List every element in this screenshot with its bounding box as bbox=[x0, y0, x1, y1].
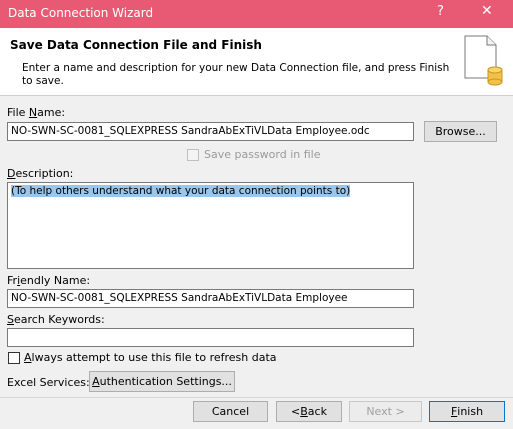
authentication-settings-button[interactable]: Authentication Settings... bbox=[89, 371, 235, 392]
page-title: Save Data Connection File and Finish bbox=[10, 38, 262, 52]
friendly-name-label: Friendly Name: bbox=[7, 274, 91, 287]
back-button[interactable]: < Back bbox=[276, 401, 342, 422]
always-attempt-label: Always attempt to use this file to refre… bbox=[24, 351, 277, 364]
wizard-header: Save Data Connection File and Finish Ent… bbox=[0, 28, 513, 96]
save-password-checkbox[interactable] bbox=[187, 149, 199, 161]
search-keywords-input[interactable] bbox=[7, 328, 414, 347]
finish-button[interactable]: Finish bbox=[429, 401, 505, 422]
browse-button[interactable]: Browse... bbox=[424, 121, 497, 142]
save-password-label: Save password in file bbox=[204, 148, 321, 161]
always-attempt-checkbox[interactable] bbox=[8, 352, 20, 364]
excel-services-label: Excel Services: bbox=[7, 376, 90, 389]
file-name-label: File Name: bbox=[7, 106, 66, 119]
close-button[interactable]: ✕ bbox=[481, 3, 493, 19]
cancel-button[interactable]: Cancel bbox=[193, 401, 268, 422]
file-name-input[interactable]: NO-SWN-SC-0081_SQLEXPRESS SandraAbExTiVL… bbox=[7, 122, 414, 141]
description-textarea[interactable]: (To help others understand what your dat… bbox=[7, 182, 414, 269]
next-button[interactable]: Next > bbox=[349, 401, 422, 422]
window-title: Data Connection Wizard bbox=[8, 6, 154, 20]
search-keywords-label: Search Keywords: bbox=[7, 313, 105, 326]
description-label: Description: bbox=[7, 167, 74, 180]
help-button[interactable]: ? bbox=[437, 4, 444, 19]
title-bar: Data Connection Wizard ? ✕ bbox=[0, 0, 513, 28]
data-file-icon bbox=[464, 35, 503, 86]
footer-divider bbox=[0, 397, 513, 398]
description-text: (To help others understand what your dat… bbox=[11, 185, 351, 197]
friendly-name-input[interactable]: NO-SWN-SC-0081_SQLEXPRESS SandraAbExTiVL… bbox=[7, 289, 414, 308]
page-description: Enter a name and description for your ne… bbox=[22, 62, 450, 87]
